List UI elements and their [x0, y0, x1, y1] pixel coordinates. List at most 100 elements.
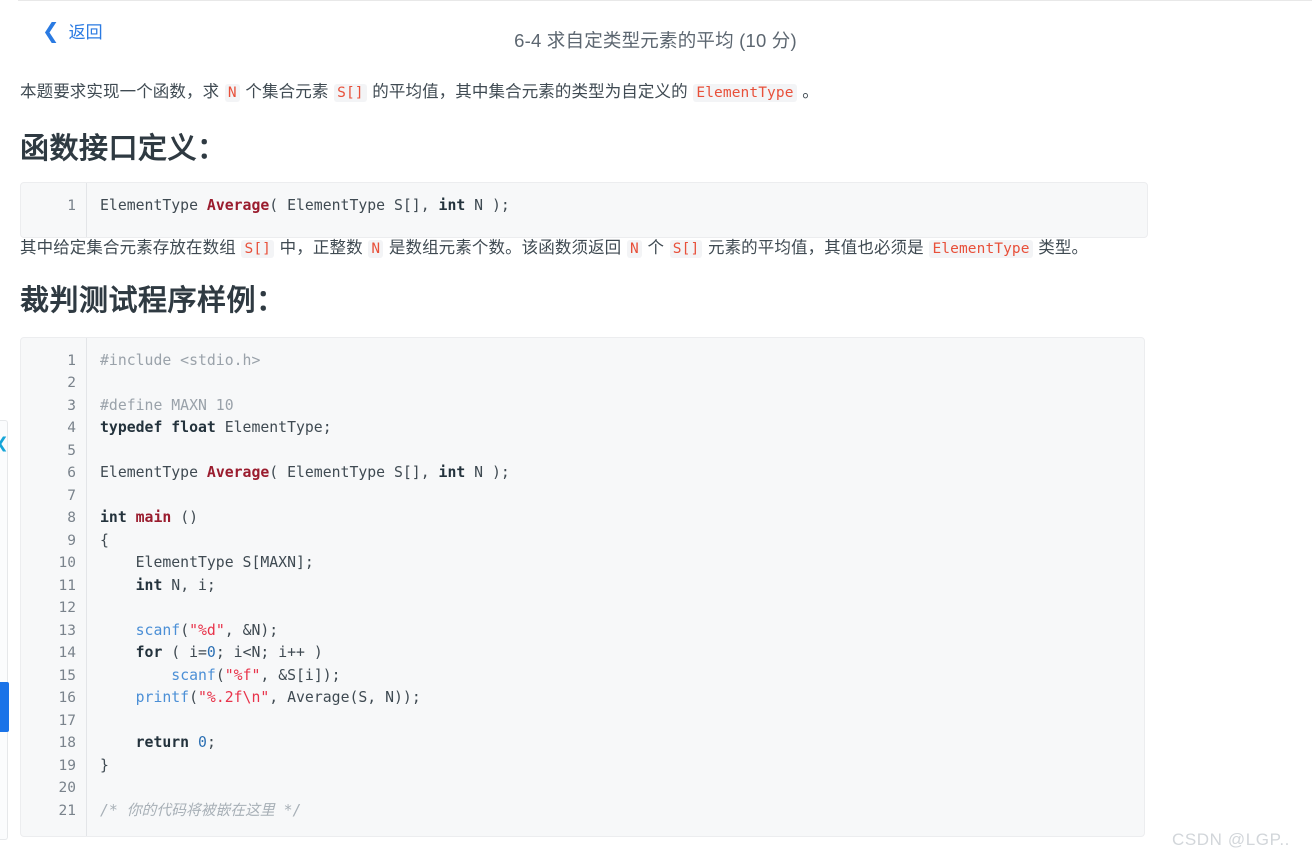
inline-code-s-1: S[] — [241, 240, 274, 259]
sample-code-block[interactable]: 1 2 3 4 5 6 7 8 9 10 11 12 13 14 15 16 17 18 19 20 21 #inclu… — [20, 336, 1145, 837]
code-token: ( i= — [162, 644, 207, 662]
inline-code-s: S[] — [334, 84, 367, 102]
sidebar-collapse-rail[interactable] — [0, 420, 8, 840]
line-number: 1 — [67, 352, 76, 369]
inline-code-s-2: S[] — [669, 240, 703, 259]
code-token: int — [135, 576, 163, 594]
code-token: , Average(S, N)); — [269, 689, 421, 707]
interface-code-block[interactable]: 1 ElementType Average( ElementType S[], … — [20, 182, 1148, 239]
code-token: int — [100, 509, 136, 527]
line-number: 8 — [67, 510, 76, 527]
line-number: 13 — [58, 622, 76, 639]
code-line: scanf("%f", &S[i]); — [100, 665, 1144, 688]
code-token: N, i; — [162, 576, 216, 594]
inline-code-n-2: N — [626, 240, 642, 259]
code-token: , &N); — [224, 621, 279, 639]
code-line: int main () — [100, 507, 1144, 530]
code-token: #define MAXN 10 — [100, 396, 234, 414]
problem-content: 本题要求实现一个函数，求 N 个集合元素 S[] 的平均值，其中集合元素的类型为… — [20, 72, 1148, 837]
line-number: 16 — [58, 690, 76, 707]
line-number: 3 — [67, 397, 76, 414]
page-root: ❮ 返回 6-4 求自定类型元素的平均 (10 分) ❮ 本题要求实现一个函数，… — [0, 0, 1312, 862]
detail-text-2: 中，正整数 — [274, 239, 368, 258]
inline-code-n-1: N — [368, 240, 384, 259]
code-line: #define MAXN 10 — [100, 395, 1144, 418]
top-divider — [18, 0, 1312, 1]
line-number: 9 — [67, 532, 76, 549]
line-number: 1 — [67, 198, 76, 215]
detail-text-1: 其中给定集合元素存放在数组 — [20, 239, 241, 258]
intro-text-3: 的平均值，其中集合元素的类型为自定义的 — [367, 83, 693, 101]
sample-code-lines: #include <stdio.h> #define MAXN 10 typede… — [87, 338, 1144, 836]
code-token: } — [100, 756, 109, 774]
inline-code-elementtype-1: ElementType — [929, 240, 1033, 259]
inline-code-n: N — [224, 84, 240, 102]
code-line: } — [100, 755, 1144, 778]
intro-text-4: 。 — [797, 83, 819, 101]
chevron-left-icon[interactable]: ❮ — [0, 434, 9, 452]
code-token: ( — [180, 621, 190, 639]
line-number: 17 — [58, 712, 76, 729]
line-number: 2 — [67, 375, 76, 392]
intro-text-1: 本题要求实现一个函数，求 — [20, 83, 224, 101]
code-token: ElementType; — [215, 419, 332, 437]
code-token: Average — [206, 464, 270, 482]
code-token: ( ElementType S[], — [269, 464, 439, 482]
code-token: ; i<N; i++ ) — [215, 644, 323, 662]
code-token: #include <stdio.h> — [100, 351, 261, 369]
line-number: 20 — [58, 780, 76, 797]
code-line: for ( i=0; i<N; i++ ) — [100, 642, 1144, 665]
section-title-interface: 函数接口定义： — [20, 132, 227, 165]
code-line: ElementType Average( ElementType S[], in… — [100, 195, 1147, 218]
code-token: ( — [189, 689, 199, 707]
line-number: 12 — [58, 600, 76, 617]
scroll-indicator[interactable] — [0, 682, 9, 732]
code-line: #include <stdio.h> — [100, 350, 1144, 373]
interface-code-lines: ElementType Average( ElementType S[], in… — [87, 183, 1147, 237]
page-header: ❮ 返回 6-4 求自定类型元素的平均 (10 分) — [0, 16, 1312, 66]
code-token: ElementType — [100, 197, 207, 215]
code-token: ElementType S[MAXN]; — [100, 554, 314, 572]
code-line: { — [100, 530, 1144, 553]
problem-detail-paragraph: 其中给定集合元素存放在数组 S[] 中，正整数 N 是数组元素个数。该函数须返回… — [20, 236, 1148, 262]
line-number: 7 — [67, 487, 76, 504]
code-token: { — [100, 531, 109, 549]
line-number: 14 — [58, 645, 76, 662]
page-title: 6-4 求自定类型元素的平均 (10 分) — [514, 30, 797, 51]
code-line: scanf("%d", &N); — [100, 620, 1144, 643]
inline-code-elementtype: ElementType — [693, 84, 797, 102]
line-number: 15 — [58, 667, 76, 684]
code-token: ( ElementType S[], — [269, 197, 439, 215]
code-token: "%d" — [189, 621, 225, 639]
code-token: 0 — [198, 734, 207, 752]
code-token: int — [438, 464, 466, 482]
code-token: ElementType — [100, 464, 207, 482]
code-line: return 0; — [100, 732, 1144, 755]
code-line: int N, i; — [100, 575, 1144, 598]
line-number: 19 — [58, 757, 76, 774]
code-line: ElementType Average( ElementType S[], in… — [100, 462, 1144, 485]
line-number: 4 — [67, 420, 76, 437]
section-title-sample: 裁判测试程序样例： — [20, 284, 286, 317]
line-number: 18 — [58, 735, 76, 752]
problem-intro-paragraph: 本题要求实现一个函数，求 N 个集合元素 S[] 的平均值，其中集合元素的类型为… — [20, 72, 1148, 106]
code-token: 0 — [206, 644, 216, 662]
code-token: () — [171, 509, 199, 527]
code-token: return — [135, 734, 190, 752]
code-token: N ); — [465, 464, 510, 482]
code-token: ; — [206, 734, 216, 752]
code-token: for — [135, 644, 163, 662]
code-token: int — [438, 197, 466, 215]
line-number: 11 — [58, 577, 76, 594]
detail-text-6: 类型。 — [1033, 239, 1089, 258]
